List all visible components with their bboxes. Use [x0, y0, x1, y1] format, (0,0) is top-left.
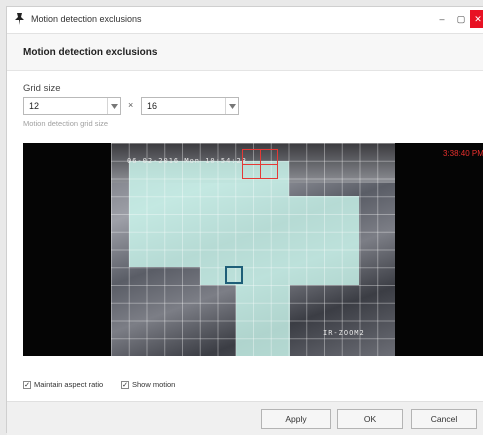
grid-columns-combo[interactable]: 12 — [23, 97, 121, 115]
window-title: Motion detection exclusions — [31, 14, 142, 24]
motion-highlight-divider — [243, 164, 277, 165]
ok-button[interactable]: OK — [337, 409, 403, 429]
dialog-header: Motion detection exclusions — [7, 34, 483, 71]
timestamp-osd: 06-02-2016 Mon 10:54:23 — [127, 157, 247, 165]
show-motion-checkbox[interactable]: ✓ Show motion — [121, 380, 175, 389]
show-motion-label: Show motion — [132, 380, 176, 389]
grid-rows-combo[interactable]: 16 — [141, 97, 239, 115]
checkmark-icon[interactable]: ✓ — [23, 380, 31, 389]
video-preview[interactable]: 06-02-2016 Mon 10:54:23 IR-ZOOM2 3:38:40… — [23, 143, 483, 356]
minimize-button[interactable]: – — [435, 10, 449, 28]
grid-cell-cursor[interactable] — [225, 266, 243, 284]
close-button[interactable]: ✕ — [470, 10, 483, 28]
apply-button[interactable]: Apply — [261, 409, 331, 429]
camera-label-osd: IR-ZOOM2 — [323, 329, 365, 337]
cancel-button[interactable]: Cancel — [411, 409, 477, 429]
maintain-aspect-ratio-label: Maintain aspect ratio — [34, 380, 104, 389]
chevron-down-icon[interactable] — [225, 98, 238, 114]
checkmark-icon[interactable]: ✓ — [121, 380, 129, 389]
video-clock: 3:38:40 PM — [443, 149, 483, 158]
dialog-window: Motion detection exclusions – ▢ ✕ Motion… — [6, 6, 483, 435]
grid-columns-value: 12 — [29, 101, 40, 111]
times-symbol: × — [128, 100, 134, 110]
grid-size-label: Grid size — [23, 83, 61, 94]
motion-highlight — [242, 149, 278, 179]
dialog-heading: Motion detection exclusions — [23, 47, 158, 58]
pushpin-icon — [13, 12, 26, 26]
grid-size-hint: Motion detection grid size — [23, 119, 109, 128]
grid-rows-value: 16 — [147, 101, 158, 111]
maintain-aspect-ratio-checkbox[interactable]: ✓ Maintain aspect ratio — [23, 380, 103, 389]
title-bar[interactable]: Motion detection exclusions – ▢ ✕ — [7, 7, 483, 34]
maximize-button[interactable]: ▢ — [454, 10, 468, 28]
chevron-down-icon[interactable] — [107, 98, 120, 114]
